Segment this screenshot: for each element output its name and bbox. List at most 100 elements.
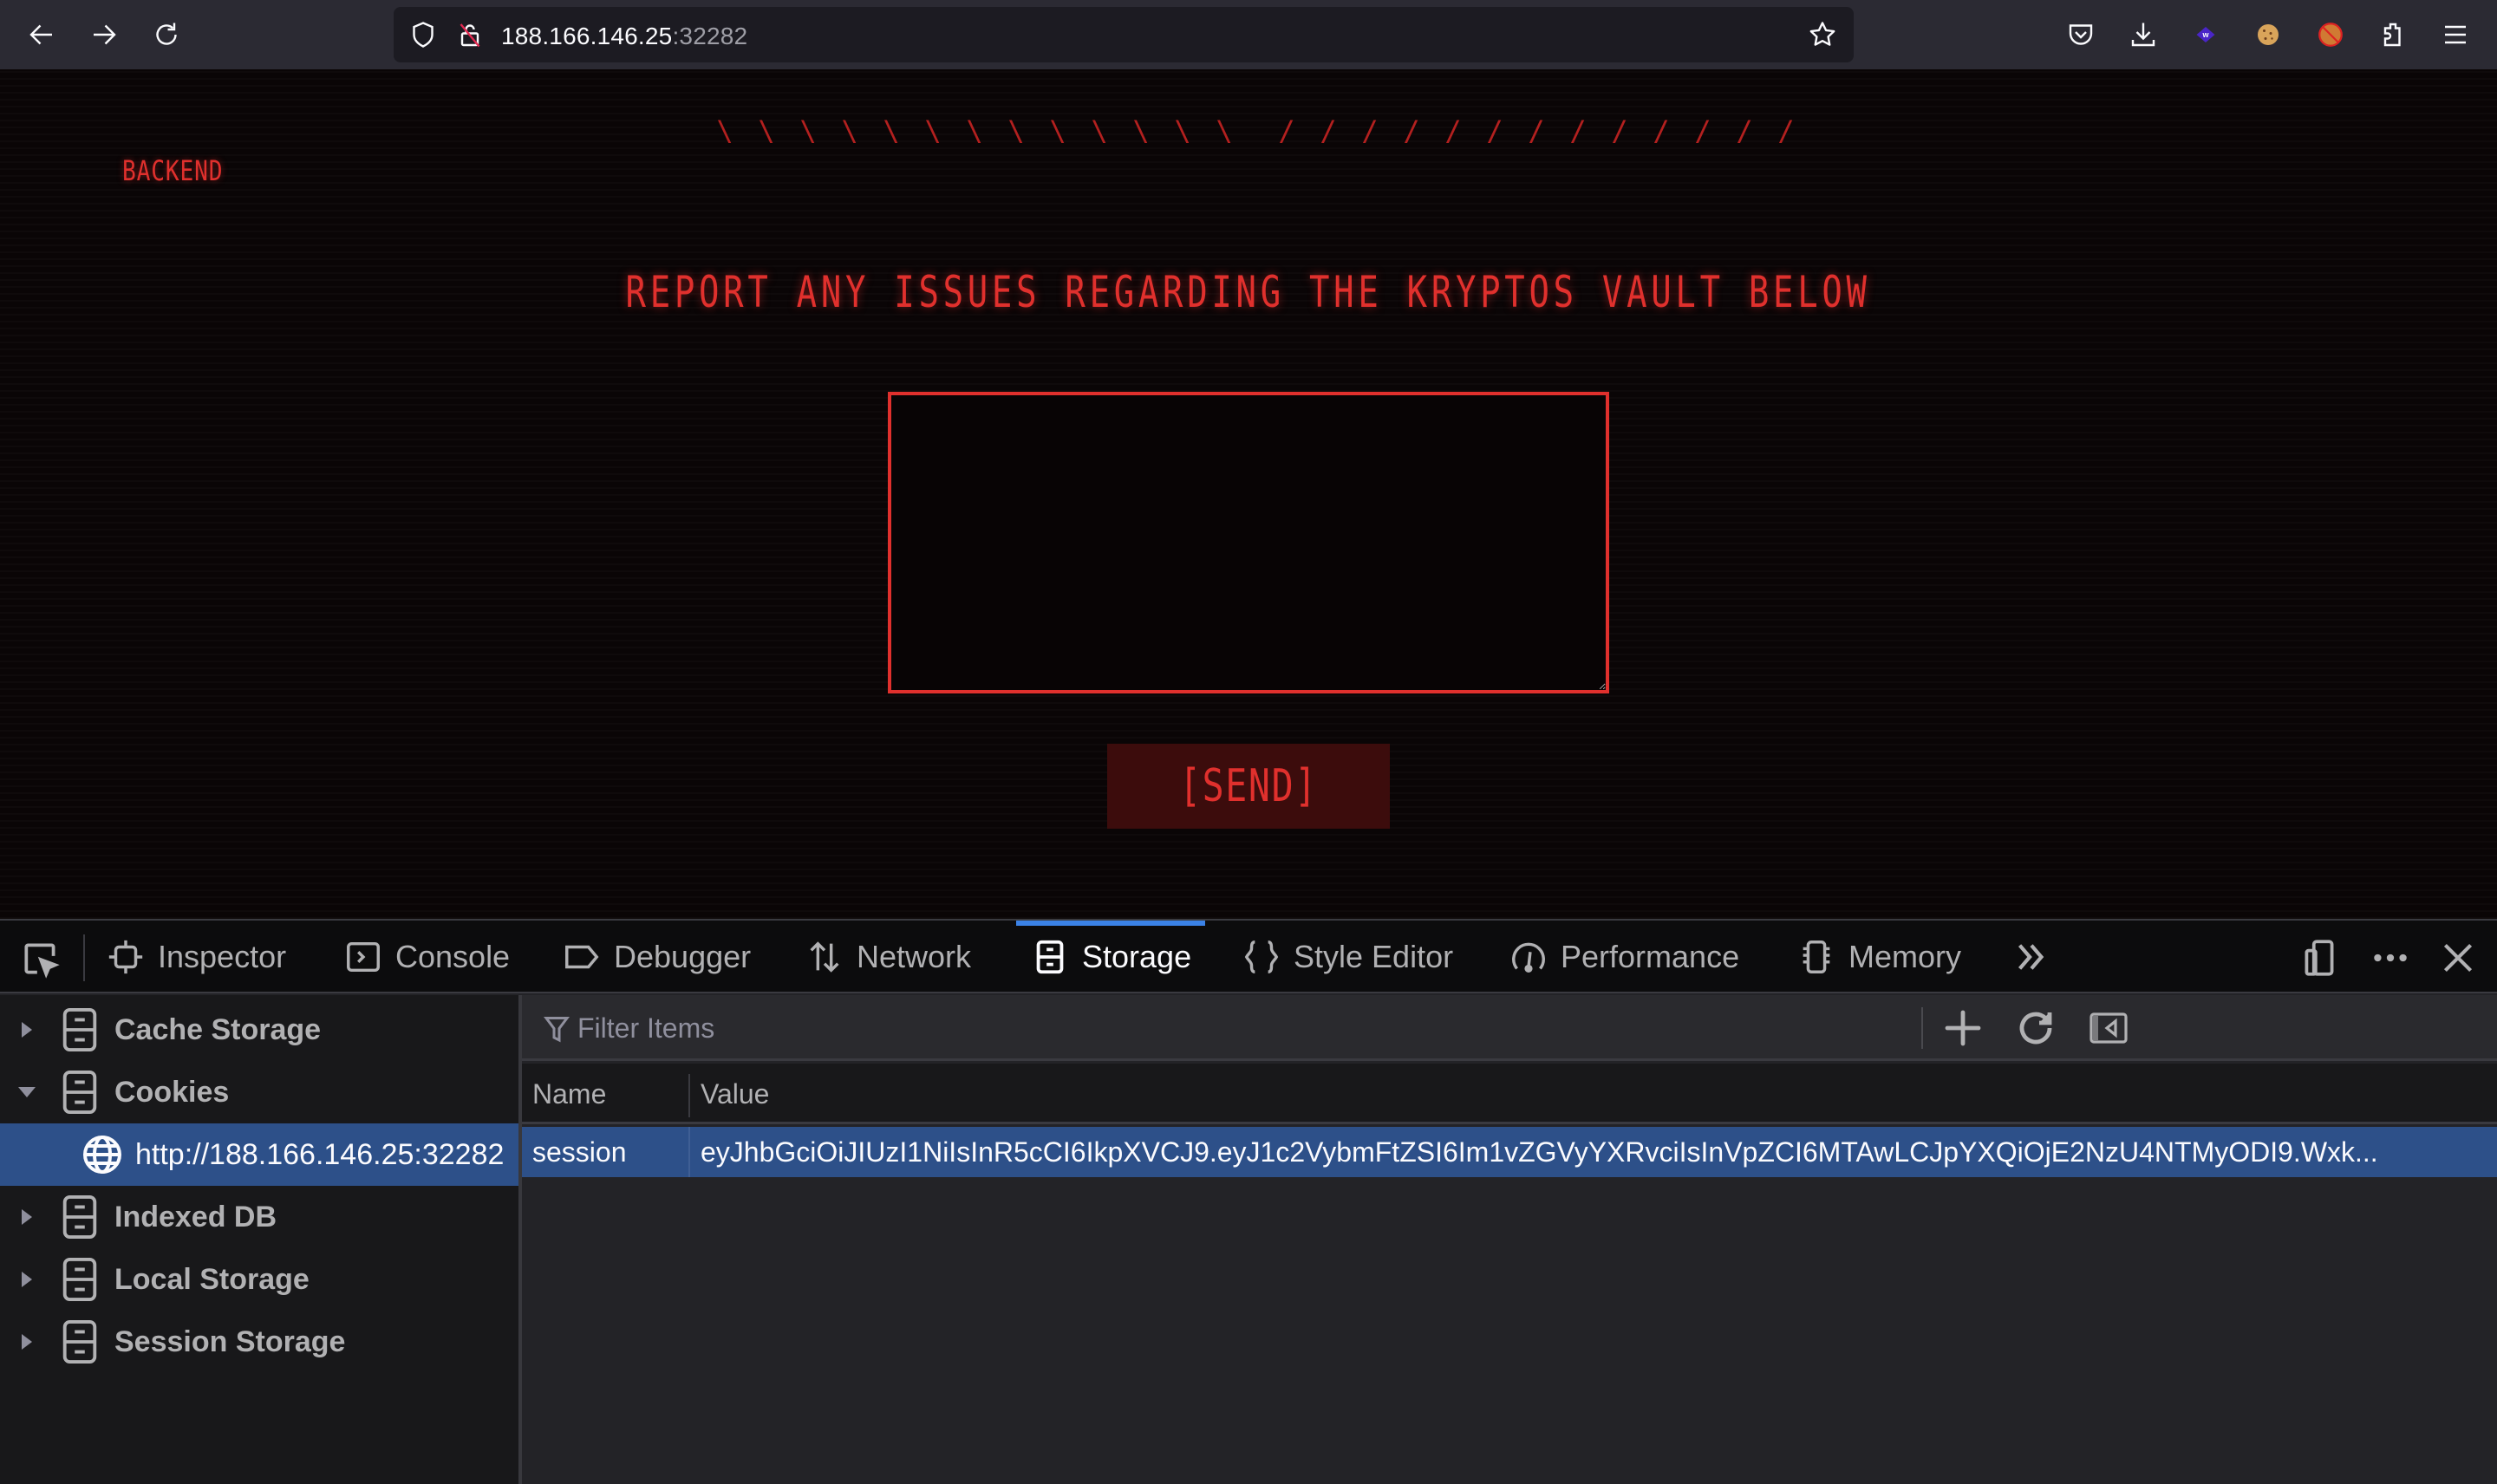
tree-item-indexed-db[interactable]: Indexed DB xyxy=(0,1186,518,1248)
forward-slash: / xyxy=(1528,114,1545,147)
cookie-table-panel: Name Value session eyJhbGciOiJIUzI1NiIsI… xyxy=(522,995,2497,1484)
expand-triangle-icon[interactable] xyxy=(14,1270,40,1289)
forward-slash: / xyxy=(1777,114,1795,147)
add-item-plus-icon[interactable] xyxy=(1942,1007,1984,1049)
table-row[interactable]: session eyJhbGciOiJIUzI1NiIsInR5cCI6IkpX… xyxy=(522,1127,2497,1177)
element-picker-icon[interactable] xyxy=(19,938,62,981)
hamburger-menu-icon[interactable] xyxy=(2438,17,2473,52)
extensions-puzzle-icon[interactable] xyxy=(2376,17,2410,52)
insecure-lock-icon[interactable] xyxy=(454,19,486,50)
double-chevron-right-icon xyxy=(2018,944,2044,970)
close-devtools-icon[interactable] xyxy=(2436,936,2480,980)
storage-sidebar: Cache Storage Cookies http://188.166.146… xyxy=(0,995,518,1484)
back-slash: \ xyxy=(841,114,858,147)
tree-item-local-storage[interactable]: Local Storage xyxy=(0,1248,518,1311)
table-header: Name Value xyxy=(522,1064,2497,1124)
debugger-icon xyxy=(565,945,599,969)
url-host: 188.166.146.25 xyxy=(501,23,673,49)
collapse-triangle-icon[interactable] xyxy=(14,1085,40,1099)
send-button[interactable]: [SEND] xyxy=(1107,744,1390,829)
back-slash: \ xyxy=(1091,114,1108,147)
tree-label: Indexed DB xyxy=(114,1200,277,1233)
browser-toolbar: 188.166.146.25:32282 w xyxy=(0,0,2497,69)
cell-separator xyxy=(688,1127,690,1177)
forward-slash: / xyxy=(1736,114,1753,147)
tab-inspector[interactable]: Inspector xyxy=(106,921,286,993)
tree-item-cookie-host[interactable]: http://188.166.146.25:32282 xyxy=(0,1123,518,1186)
storage-db-icon xyxy=(62,1071,97,1114)
tree-label: Local Storage xyxy=(114,1262,310,1296)
storage-db-icon xyxy=(62,1195,97,1239)
expand-triangle-icon[interactable] xyxy=(14,1020,40,1039)
expand-triangle-icon[interactable] xyxy=(14,1207,40,1227)
performance-icon xyxy=(1512,942,1545,973)
tree-label: Cookies xyxy=(114,1075,230,1109)
page-headline: REPORT ANY ISSUES REGARDING THE KRYPTOS … xyxy=(0,267,2497,317)
url-text[interactable]: 188.166.146.25:32282 xyxy=(501,23,747,50)
expand-triangle-icon[interactable] xyxy=(14,1332,40,1351)
tracking-shield-icon[interactable] xyxy=(407,19,439,50)
refresh-items-icon[interactable] xyxy=(2015,1007,2057,1049)
url-bar[interactable]: 188.166.146.25:32282 xyxy=(394,7,1854,62)
inspector-icon xyxy=(108,940,143,974)
toggle-sidebar-icon[interactable] xyxy=(2088,1007,2129,1049)
back-slash: \ xyxy=(799,114,817,147)
slash-gap xyxy=(1245,114,1266,147)
tab-style-editor[interactable]: Style Editor xyxy=(1242,921,1453,993)
forward-slash: / xyxy=(1569,114,1587,147)
globe-icon xyxy=(83,1136,121,1174)
back-slash: \ xyxy=(758,114,775,147)
pocket-icon[interactable] xyxy=(2063,17,2098,52)
tab-memory[interactable]: Memory xyxy=(1796,921,1961,993)
tab-console[interactable]: Console xyxy=(343,921,510,993)
column-header-name[interactable]: Name xyxy=(532,1064,606,1124)
foxyproxy-icon[interactable] xyxy=(2313,17,2348,52)
storage-db-icon xyxy=(62,1258,97,1301)
memory-icon xyxy=(1803,941,1830,973)
tab-label: Console xyxy=(395,939,511,974)
brand-logo[interactable]: BACKEND xyxy=(122,154,223,187)
tab-label: Debugger xyxy=(614,939,752,974)
send-label: [SEND] xyxy=(1179,760,1318,812)
downloads-icon[interactable] xyxy=(2126,17,2161,52)
tab-label: Style Editor xyxy=(1294,939,1454,974)
more-tabs-chevron[interactable] xyxy=(2011,921,2063,993)
tab-network[interactable]: Network xyxy=(805,921,971,993)
tree-label: Cache Storage xyxy=(114,1012,322,1046)
tab-debugger[interactable]: Debugger xyxy=(562,921,751,993)
back-slash: \ xyxy=(1174,114,1191,147)
back-slash: \ xyxy=(924,114,942,147)
headline-text: REPORT ANY ISSUES REGARDING THE KRYPTOS … xyxy=(625,267,1872,317)
forward-slash: / xyxy=(1403,114,1420,147)
tree-item-cookies[interactable]: Cookies xyxy=(0,1061,518,1123)
forward-arrow-icon[interactable] xyxy=(87,17,121,52)
back-slash: \ xyxy=(1007,114,1025,147)
tab-performance[interactable]: Performance xyxy=(1509,921,1739,993)
back-slash: \ xyxy=(716,114,733,147)
toolbar-separator xyxy=(83,934,85,981)
column-resizer[interactable] xyxy=(688,1074,690,1117)
reload-icon[interactable] xyxy=(149,17,184,52)
tree-item-session-storage[interactable]: Session Storage xyxy=(0,1311,518,1373)
dock-side-icon[interactable] xyxy=(2298,936,2341,980)
storage-db-icon xyxy=(62,1008,97,1051)
back-slash: \ xyxy=(1216,114,1233,147)
more-options-icon[interactable] xyxy=(2369,936,2412,980)
tab-label: Network xyxy=(857,939,972,974)
bookmark-star-icon[interactable] xyxy=(1807,19,1838,50)
back-slash: \ xyxy=(966,114,983,147)
cookie-editor-icon[interactable] xyxy=(2251,17,2285,52)
tab-storage[interactable]: Storage xyxy=(1015,921,1206,993)
column-header-value[interactable]: Value xyxy=(701,1064,769,1124)
wappalyzer-icon[interactable]: w xyxy=(2188,17,2223,52)
console-icon xyxy=(347,941,380,973)
report-textarea[interactable] xyxy=(888,392,1609,693)
cookie-name: session xyxy=(532,1136,627,1168)
network-icon xyxy=(810,941,839,973)
filter-bar xyxy=(522,995,2497,1061)
tree-item-cache-storage[interactable]: Cache Storage xyxy=(0,999,518,1061)
tab-label: Performance xyxy=(1561,939,1740,974)
table-empty-area xyxy=(522,1177,2497,1484)
back-arrow-icon[interactable] xyxy=(24,17,59,52)
cookie-value: eyJhbGciOiJIUzI1NiIsInR5cCI6IkpXVCJ9.eyJ… xyxy=(701,1136,2378,1168)
